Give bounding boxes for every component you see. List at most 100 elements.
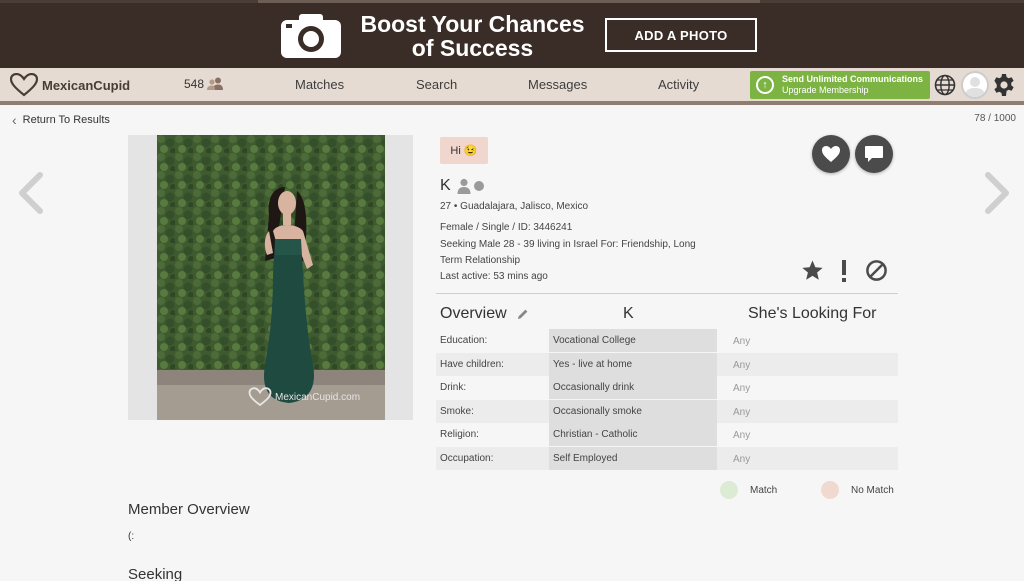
table-row: Drink: Occasionally drink Any	[436, 376, 898, 399]
nav-search[interactable]: Search	[416, 77, 457, 92]
person-icon	[457, 178, 471, 194]
return-to-results-link[interactable]: ‹ Return To Results	[12, 112, 110, 128]
row-value: Self Employed	[553, 453, 618, 464]
send-hi-button[interactable]: Hi 😉	[440, 137, 488, 164]
message-button[interactable]	[855, 135, 893, 173]
row-label: Smoke:	[440, 406, 474, 417]
profile-name: K	[440, 177, 484, 195]
profile-photo[interactable]	[157, 135, 385, 420]
heart-watermark-icon	[248, 387, 272, 407]
profile-photo-image	[157, 135, 385, 420]
table-row: Smoke: Occasionally smoke Any	[436, 400, 898, 423]
row-value: Christian - Catholic	[553, 429, 638, 440]
next-profile-arrow-icon[interactable]	[982, 172, 1012, 214]
upgrade-headline: Send Unlimited Communications	[782, 74, 924, 84]
profile-name-text: K	[440, 177, 451, 194]
member-overview-text: (:	[128, 531, 135, 542]
seeking-heading: Seeking	[128, 566, 183, 581]
seeking-summary-line2: Term Relationship	[440, 255, 521, 266]
chevron-left-icon: ‹	[12, 112, 17, 128]
banner-headline-line2: of Success	[411, 35, 534, 61]
chat-bubble-icon	[865, 146, 883, 162]
favorite-button[interactable]	[812, 135, 850, 173]
row-value-cell: Vocational College	[549, 329, 717, 352]
age-location: 27 • Guadalajara, Jalisco, Mexico	[440, 201, 589, 212]
nav-activity[interactable]: Activity	[658, 77, 699, 92]
match-swatch	[720, 481, 738, 499]
row-preference: Any	[733, 383, 751, 394]
report-icon[interactable]	[838, 259, 850, 283]
interest-count-value: 548	[184, 77, 205, 91]
row-label: Drink:	[440, 382, 467, 393]
block-icon[interactable]	[865, 259, 888, 282]
upgrade-membership-button[interactable]: ↑ Send Unlimited Communications Upgrade …	[750, 71, 930, 99]
table-row: Have children: Yes - live at home Any	[436, 353, 898, 376]
last-active: Last active: 53 mins ago	[440, 271, 548, 282]
globe-icon[interactable]	[934, 74, 956, 96]
looking-for-heading: She's Looking For	[748, 305, 877, 322]
interest-count[interactable]: 548	[184, 77, 224, 91]
brand-logo[interactable]: MexicanCupid	[10, 72, 130, 98]
row-preference: Any	[733, 454, 751, 465]
legend-match: Match	[720, 481, 777, 499]
arrow-up-icon: ↑	[756, 76, 774, 94]
pencil-icon[interactable]	[517, 308, 529, 320]
return-to-results-label: Return To Results	[22, 114, 110, 126]
photo-watermark: MexicanCupid.com	[248, 387, 360, 407]
row-value-cell: Occasionally drink	[549, 376, 717, 399]
nav-matches[interactable]: Matches	[295, 77, 344, 92]
row-label: Religion:	[440, 429, 479, 440]
heart-logo-icon	[10, 73, 38, 97]
user-avatar[interactable]	[961, 71, 989, 99]
member-column-heading: K	[623, 305, 634, 322]
row-value: Yes - live at home	[553, 359, 633, 370]
row-value: Occasionally smoke	[553, 406, 642, 417]
no-match-swatch	[821, 481, 839, 499]
member-overview-heading: Member Overview	[128, 501, 250, 518]
row-label: Occupation:	[440, 453, 494, 464]
row-preference: Any	[733, 407, 751, 418]
seeking-summary-line1: Seeking Male 28 - 39 living in Israel Fo…	[440, 239, 696, 250]
star-icon[interactable]	[801, 259, 824, 282]
navbar-divider	[0, 101, 1024, 105]
add-photo-button[interactable]: ADD A PHOTO	[605, 18, 757, 52]
row-value: Vocational College	[553, 335, 636, 346]
promo-banner: Boost Your Chances of Success ADD A PHOT…	[0, 0, 1024, 68]
row-preference: Any	[733, 360, 751, 371]
row-preference: Any	[733, 336, 751, 347]
legend-no-match-label: No Match	[851, 484, 894, 496]
row-preference: Any	[733, 430, 751, 441]
legend-no-match: No Match	[821, 481, 894, 499]
heart-icon	[822, 146, 840, 162]
online-status-dot	[473, 181, 484, 191]
user-silhouette-icon	[965, 77, 985, 97]
row-value-cell: Christian - Catholic	[549, 423, 717, 446]
row-value: Occasionally drink	[553, 382, 635, 393]
top-navbar: MexicanCupid 548 Matches Search Messages…	[0, 68, 1024, 101]
table-row: Education: Vocational College Any	[436, 329, 898, 352]
table-row: Religion: Christian - Catholic Any	[436, 423, 898, 446]
people-icon	[207, 77, 224, 90]
previous-profile-arrow-icon[interactable]	[16, 172, 46, 214]
row-label: Education:	[440, 335, 488, 346]
profile-details: Female / Single / ID: 3446241	[440, 222, 573, 233]
row-value-cell: Yes - live at home	[549, 353, 717, 376]
legend-match-label: Match	[750, 484, 778, 496]
seeking-summary: Seeking Male 28 - 39 living in Israel Fo…	[440, 237, 730, 285]
nav-messages[interactable]: Messages	[528, 77, 587, 92]
upgrade-subtext: Upgrade Membership	[782, 85, 869, 95]
camera-icon	[281, 14, 341, 58]
row-value-cell: Self Employed	[549, 447, 717, 470]
brand-name: MexicanCupid	[42, 77, 131, 93]
banner-headline: Boost Your Chances of Success	[360, 12, 585, 60]
section-divider	[436, 293, 898, 294]
banner-top-strip	[0, 0, 1024, 3]
banner-headline-line1: Boost Your Chances	[360, 11, 585, 37]
table-row: Occupation: Self Employed Any	[436, 447, 898, 470]
row-label: Have children:	[440, 359, 504, 370]
row-value-cell: Occasionally smoke	[549, 400, 717, 423]
watermark-text: MexicanCupid.com	[275, 391, 361, 403]
gear-icon[interactable]	[992, 73, 1016, 97]
result-position: 78 / 1000	[974, 113, 1016, 124]
overview-heading: Overview	[440, 305, 507, 322]
